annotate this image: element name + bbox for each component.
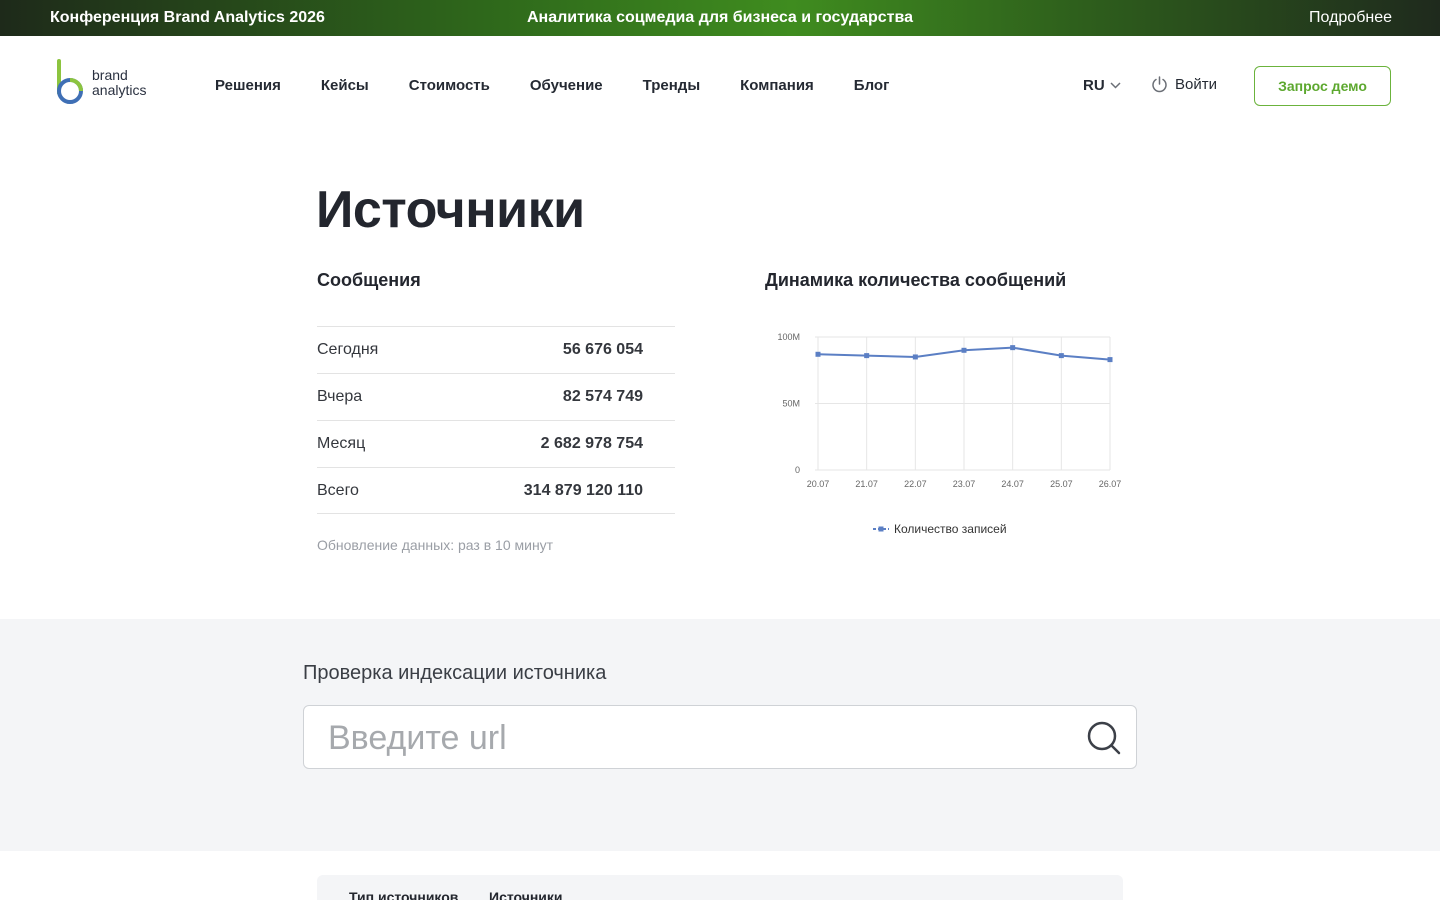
stat-value: 82 574 749 (562, 388, 643, 405)
data-point (912, 354, 918, 360)
x-tick-label: 26.07 (1099, 479, 1122, 489)
stat-label: Всего (317, 481, 359, 499)
login-button[interactable]: Войти (1151, 76, 1217, 93)
y-tick-label: 50M (782, 399, 800, 409)
data-point (961, 347, 967, 353)
x-tick-label: 20.07 (807, 479, 830, 489)
chevron-down-icon (1110, 82, 1121, 89)
messages-stats-table: Сегодня 56 676 054 Вчера 82 574 749 Меся… (317, 326, 675, 514)
tab-source-types[interactable]: Тип источников (349, 889, 458, 900)
banner-conference-link[interactable]: Конференция Brand Analytics 2026 (50, 9, 325, 27)
stat-row: Всего 314 879 120 110 (317, 467, 675, 514)
url-search-input[interactable] (328, 716, 1068, 760)
nav-item-cases[interactable]: Кейсы (321, 77, 369, 94)
y-tick-label: 0 (795, 465, 800, 475)
legend-marker (878, 526, 884, 532)
main-nav: Решения Кейсы Стоимость Обучение Тренды … (215, 77, 929, 94)
stat-row: Вчера 82 574 749 (317, 373, 675, 420)
data-point (864, 353, 870, 359)
x-tick-label: 21.07 (855, 479, 878, 489)
data-point (815, 351, 821, 357)
stat-value: 2 682 978 754 (540, 435, 643, 452)
chart-title: Динамика количества сообщений (765, 270, 1067, 290)
data-point (1107, 357, 1113, 363)
tab-sources[interactable]: Источники (489, 889, 563, 900)
data-point (1058, 353, 1064, 359)
nav-item-education[interactable]: Обучение (530, 77, 603, 94)
stat-value: 56 676 054 (562, 341, 643, 358)
nav-item-solutions[interactable]: Решения (215, 77, 281, 94)
x-tick-label: 25.07 (1050, 479, 1073, 489)
logo-line-2: analytics (92, 82, 147, 98)
x-tick-label: 22.07 (904, 479, 927, 489)
site-header: brand analytics Решения Кейсы Стоимость … (0, 36, 1440, 136)
stat-label: Вчера (317, 388, 363, 405)
stat-label: Месяц (317, 435, 366, 452)
stat-value: 314 879 120 110 (523, 481, 643, 499)
line-chart: 0 50M 100M 20.07 21.07 22.07 23.07 24.07 25.07 26… (777, 332, 1122, 536)
banner-more-link[interactable]: Подробнее (1309, 9, 1392, 27)
url-search-box (303, 705, 1137, 769)
y-tick-label: 100M (777, 332, 800, 342)
brand-logo[interactable]: brand analytics (52, 58, 162, 108)
logo-icon (57, 59, 83, 104)
legend-label: Количество записей (894, 522, 1007, 536)
data-point (1010, 345, 1016, 351)
top-banner: Конференция Brand Analytics 2026 Аналити… (0, 0, 1440, 36)
page-title: Источники (316, 181, 585, 239)
nav-item-company[interactable]: Компания (740, 77, 814, 94)
source-tabs: Тип источников Источники (317, 875, 1123, 900)
language-selector[interactable]: RU (1083, 77, 1121, 94)
language-label: RU (1083, 77, 1105, 94)
messages-dynamics-chart: 0 50M 100M 20.07 21.07 22.07 23.07 24.07 25.07 26… (765, 320, 1135, 550)
index-check-title: Проверка индексации источника (303, 662, 607, 684)
x-tick-label: 24.07 (1001, 479, 1024, 489)
nav-item-pricing[interactable]: Стоимость (409, 77, 490, 94)
nav-item-trends[interactable]: Тренды (643, 77, 701, 94)
power-icon (1152, 76, 1167, 93)
logo-line-1: brand (92, 67, 128, 83)
stat-label: Сегодня (317, 341, 379, 358)
stat-row: Сегодня 56 676 054 (317, 326, 675, 373)
request-demo-button[interactable]: Запрос демо (1254, 66, 1391, 106)
login-label: Войти (1175, 76, 1217, 93)
update-note: Обновление данных: раз в 10 минут (317, 537, 554, 553)
messages-title: Сообщения (317, 270, 421, 290)
stat-row: Месяц 2 682 978 754 (317, 420, 675, 467)
search-icon[interactable] (1086, 720, 1122, 761)
x-tick-label: 23.07 (953, 479, 976, 489)
nav-item-blog[interactable]: Блог (854, 77, 890, 94)
